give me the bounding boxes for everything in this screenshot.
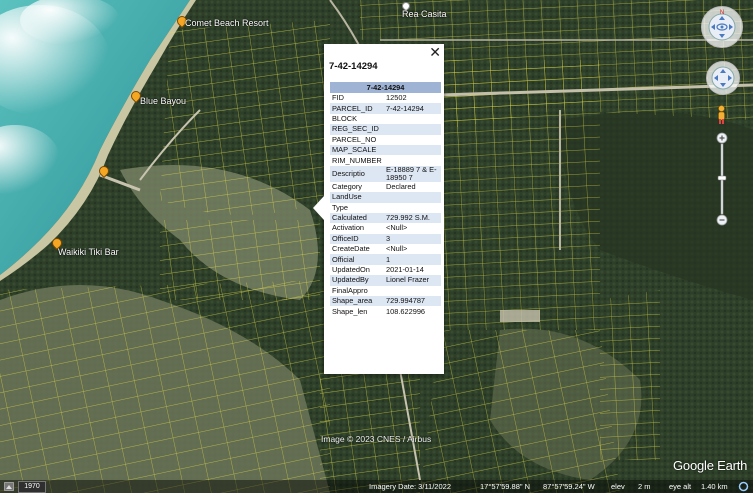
attribute-value: Lionel Frazer [384,275,441,286]
attribute-key: FID [332,93,344,103]
attribute-key: Official [330,254,384,265]
attribute-value: 2021-01-14 [386,265,424,275]
attribute-value [384,124,441,135]
attribute-value: 7-42-14294 [384,103,441,114]
attribute-value [384,203,441,213]
attribute-key: Calculated [330,212,384,224]
attribute-key: OfficeID [330,233,384,245]
attribute-row: CreateDate <Null> [330,244,441,254]
attribute-key: LandUse [330,192,384,203]
attribute-row: Official 1 [330,254,441,265]
streaming-progress-icon [738,481,749,492]
attribute-value: 729.994787 [384,296,441,307]
attribute-row: FinalAppro [330,286,441,296]
street-view-pegman-icon[interactable] [717,105,726,125]
attribute-row: Shape_len 108.622996 [330,306,441,316]
historical-imagery-icon[interactable] [4,482,14,491]
latitude-readout: 17°57'59.88" N [480,482,531,491]
attribute-key: Category [332,181,362,191]
place-label-blue-bayou[interactable]: Blue Bayou [140,96,186,106]
attribute-value [384,144,441,156]
imagery-copyright: Image © 2023 CNES / Airbus [321,434,432,444]
attribute-value: 1 [384,254,441,265]
attribute-row: LandUse [330,192,441,203]
popup-title: 7-42-14294 [329,61,378,72]
imagery-date: Imagery Date: 3/11/2022 [369,482,451,491]
elevation-label: elev [611,482,625,491]
attribute-key: Activation [332,223,365,233]
attribute-row: PARCEL_ID 7-42-14294 [330,103,441,114]
attribute-key: BLOCK [332,113,358,123]
attribute-value: E-18889 7 & E-18950 7 [384,165,441,182]
eye-altitude-value: 1.40 km [701,482,728,491]
attribute-row: Descriptio E-18889 7 & E-18950 7 [330,165,441,182]
attribute-key: UpdatedBy [330,275,384,286]
attribute-key: MAP_SCALE [330,144,384,156]
place-label-rea-casita[interactable]: Rea Casita [402,9,447,19]
attribute-value [384,286,441,296]
attribute-key: REG_SEC_ID [330,124,384,135]
attribute-row: FID 12502 [330,93,441,103]
attribute-value: 108.622996 [386,306,426,316]
place-label-comet-beach-resort[interactable]: Comet Beach Resort [185,18,269,28]
attribute-value [384,135,441,145]
attribute-row: Shape_area 729.994787 [330,296,441,307]
attribute-value: <Null> [386,244,408,254]
attribute-row: Activation <Null> [330,223,441,233]
svg-text:N: N [720,10,724,16]
longitude-readout: 87°57'59.24" W [543,482,595,491]
attribute-key: CreateDate [332,244,370,254]
attribute-key: Type [332,202,349,212]
attribute-value: 12502 [386,93,407,103]
attribute-key: UpdatedOn [332,265,370,275]
attribute-row: Type [330,203,441,213]
attribute-value: <Null> [386,223,408,233]
attribute-key: Shape_len [332,306,368,316]
place-label-waikiki-tiki-bar[interactable]: Waikiki Tiki Bar [58,247,119,257]
attribute-value [384,114,441,124]
attribute-key: FinalAppro [332,285,368,295]
attribute-value [384,192,441,203]
attribute-key: Descriptio [330,165,384,182]
close-icon[interactable]: ✕ [429,45,441,59]
parcel-info-popup: ✕ 7-42-14294 7-42-14294 FID 12502 PARCEL_I… [313,44,444,374]
hand-icon [711,66,735,90]
eye-altitude-label: eye alt [669,482,692,491]
google-earth-logo: Google Earth [673,458,748,473]
attribute-row: MAP_SCALE [330,144,441,156]
attribute-row: PARCEL_NO [330,135,441,145]
attribute-row: UpdatedOn 2021-01-14 [330,265,441,275]
attribute-row: UpdatedBy Lionel Frazer [330,275,441,286]
zoom-slider[interactable] [716,132,728,227]
attribute-row: OfficeID 3 [330,233,441,245]
imagery-year-box[interactable]: 1970 [18,481,46,493]
attribute-key: Shape_area [330,296,384,307]
attribute-value: Declared [386,181,416,191]
attribute-key: RIM_NUMBER [332,155,382,165]
attribute-table-header: 7-42-14294 [330,82,441,93]
attribute-row: Calculated 729.992 S.M. [330,212,441,224]
attribute-key: PARCEL_ID [330,103,384,114]
attribute-table: 7-42-14294 FID 12502 PARCEL_ID 7-42-14294 BL… [330,82,441,317]
attribute-key: PARCEL_NO [332,134,377,144]
status-bar: 1970 Imagery Date: 3/11/2022 17°57'59.88… [0,480,753,493]
attribute-row: Category Declared [330,182,441,192]
look-joystick[interactable]: N [701,6,743,48]
attribute-row: REG_SEC_ID [330,124,441,135]
move-joystick[interactable] [706,61,740,95]
eye-icon: N [708,10,736,41]
attribute-value: 729.992 S.M. [384,212,441,224]
elevation-value: 2 m [638,482,651,491]
attribute-value: 3 [384,233,441,245]
attribute-row: BLOCK [330,114,441,124]
